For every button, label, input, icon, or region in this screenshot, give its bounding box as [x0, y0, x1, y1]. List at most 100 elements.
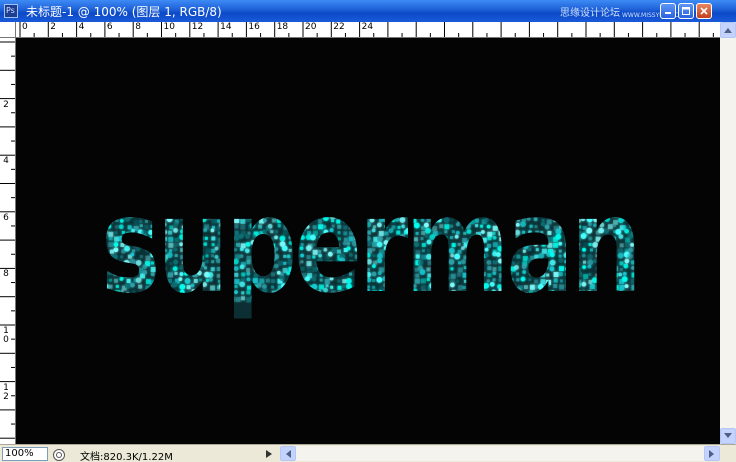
glitter-dot — [581, 217, 585, 222]
glitter-dot — [558, 241, 563, 246]
glitter-dot — [300, 216, 305, 222]
glitter-square — [186, 297, 191, 302]
glitter-dot — [426, 193, 431, 198]
glitter-dot — [340, 199, 346, 205]
glitter-square — [366, 201, 371, 206]
glitter-square — [505, 195, 509, 199]
glitter-dot — [387, 211, 394, 218]
scroll-down-button[interactable] — [720, 428, 736, 444]
glitter-dot — [365, 217, 370, 221]
glitter-square — [373, 183, 377, 187]
glitter-dot — [279, 235, 286, 242]
glitter-square — [510, 219, 515, 224]
glitter-square — [108, 284, 113, 289]
glitter-square — [330, 213, 336, 219]
glitter-dot — [113, 242, 119, 247]
glitter-dot — [203, 228, 208, 233]
glitter-square — [444, 183, 449, 188]
glitter-square — [426, 290, 432, 296]
scroll-left-button[interactable] — [280, 446, 296, 461]
maximize-button[interactable] — [678, 3, 694, 19]
glitter-dot — [215, 258, 221, 264]
glitter-square — [385, 200, 390, 205]
glitter-square — [361, 279, 366, 284]
glitter-square — [306, 213, 310, 217]
glitter-dot — [606, 282, 612, 288]
glitter-square — [463, 231, 467, 235]
minimize-button[interactable] — [660, 3, 676, 19]
glitter-dot — [136, 188, 141, 193]
vertical-ruler[interactable]: 24681 01 2 — [0, 38, 16, 444]
glitter-square — [331, 224, 335, 228]
glitter-dot — [351, 217, 357, 223]
glitter-dot — [561, 205, 567, 211]
glitter-square — [331, 183, 335, 187]
glitter-square — [426, 267, 431, 272]
glitter-square — [481, 200, 486, 205]
vertical-scrollbar[interactable] — [720, 22, 736, 444]
glitter-dot — [525, 199, 532, 206]
glitter-dot — [382, 287, 387, 293]
glitter-dot — [274, 235, 278, 240]
close-button[interactable] — [696, 3, 712, 19]
glitter-square — [222, 254, 226, 258]
glitter-dot — [527, 191, 533, 198]
title-bar[interactable]: Ps 未标题-1 @ 100% (图层 1, RGB/8) 思缘设计论坛 WWW… — [0, 0, 736, 22]
glitter-square — [145, 290, 149, 294]
glitter-dot — [604, 216, 610, 222]
glitter-square — [108, 236, 113, 241]
glitter-square — [300, 206, 306, 212]
glitter-square — [408, 176, 413, 181]
glitter-square — [625, 200, 629, 204]
scroll-right-button[interactable] — [704, 446, 720, 461]
glitter-square — [360, 261, 365, 266]
glitter-dot — [610, 243, 615, 247]
glitter-dot — [322, 215, 329, 221]
glitter-square — [277, 183, 281, 187]
glitter-dot — [586, 227, 593, 234]
glitter-dot — [484, 210, 488, 215]
glitter-dot — [184, 236, 190, 242]
horizontal-scrollbar[interactable] — [280, 446, 720, 461]
glitter-square — [427, 273, 432, 278]
glitter-square — [330, 243, 334, 247]
glitter-square — [108, 195, 113, 200]
glitter-dot — [532, 211, 537, 216]
status-menu-button[interactable] — [262, 447, 276, 461]
glitter-square — [186, 285, 191, 290]
glitter-dot — [354, 175, 359, 180]
glitter-dot — [399, 259, 406, 266]
glitter-dot — [222, 228, 227, 233]
glitter-square — [295, 278, 300, 283]
glitter-dot — [102, 186, 107, 191]
glitter-dot — [420, 182, 425, 187]
document-canvas[interactable]: superman superman — [16, 38, 720, 444]
glitter-dot — [438, 277, 443, 282]
horizontal-ruler[interactable]: 0 2 4 6 8 10 12 14 16 18 20 22 24 — [16, 22, 720, 38]
glitter-dot — [300, 253, 305, 258]
scroll-up-button[interactable] — [720, 22, 736, 38]
ruler-origin[interactable] — [0, 22, 16, 38]
glitter-square — [612, 249, 617, 254]
zoom-field[interactable]: 100% — [2, 447, 48, 461]
glitter-square — [606, 290, 612, 296]
glitter-dot — [335, 210, 342, 216]
glitter-square — [457, 267, 463, 273]
glitter-dot — [310, 199, 317, 206]
document-status-icon[interactable] — [52, 447, 66, 461]
glitter-dot — [624, 192, 629, 198]
glitter-dot — [195, 193, 202, 200]
glitter-dot — [574, 185, 581, 192]
glitter-dot — [581, 281, 587, 287]
glitter-square — [433, 297, 438, 302]
glitter-square — [205, 260, 209, 264]
glitter-dot — [443, 264, 449, 270]
glitter-square — [576, 290, 581, 295]
glitter-square — [421, 195, 425, 199]
glitter-square — [210, 206, 214, 210]
glitter-square — [229, 236, 234, 241]
glitter-dot — [471, 234, 478, 241]
glitter-dot — [526, 181, 531, 185]
glitter-dot — [582, 186, 587, 191]
glitter-square — [174, 297, 179, 302]
